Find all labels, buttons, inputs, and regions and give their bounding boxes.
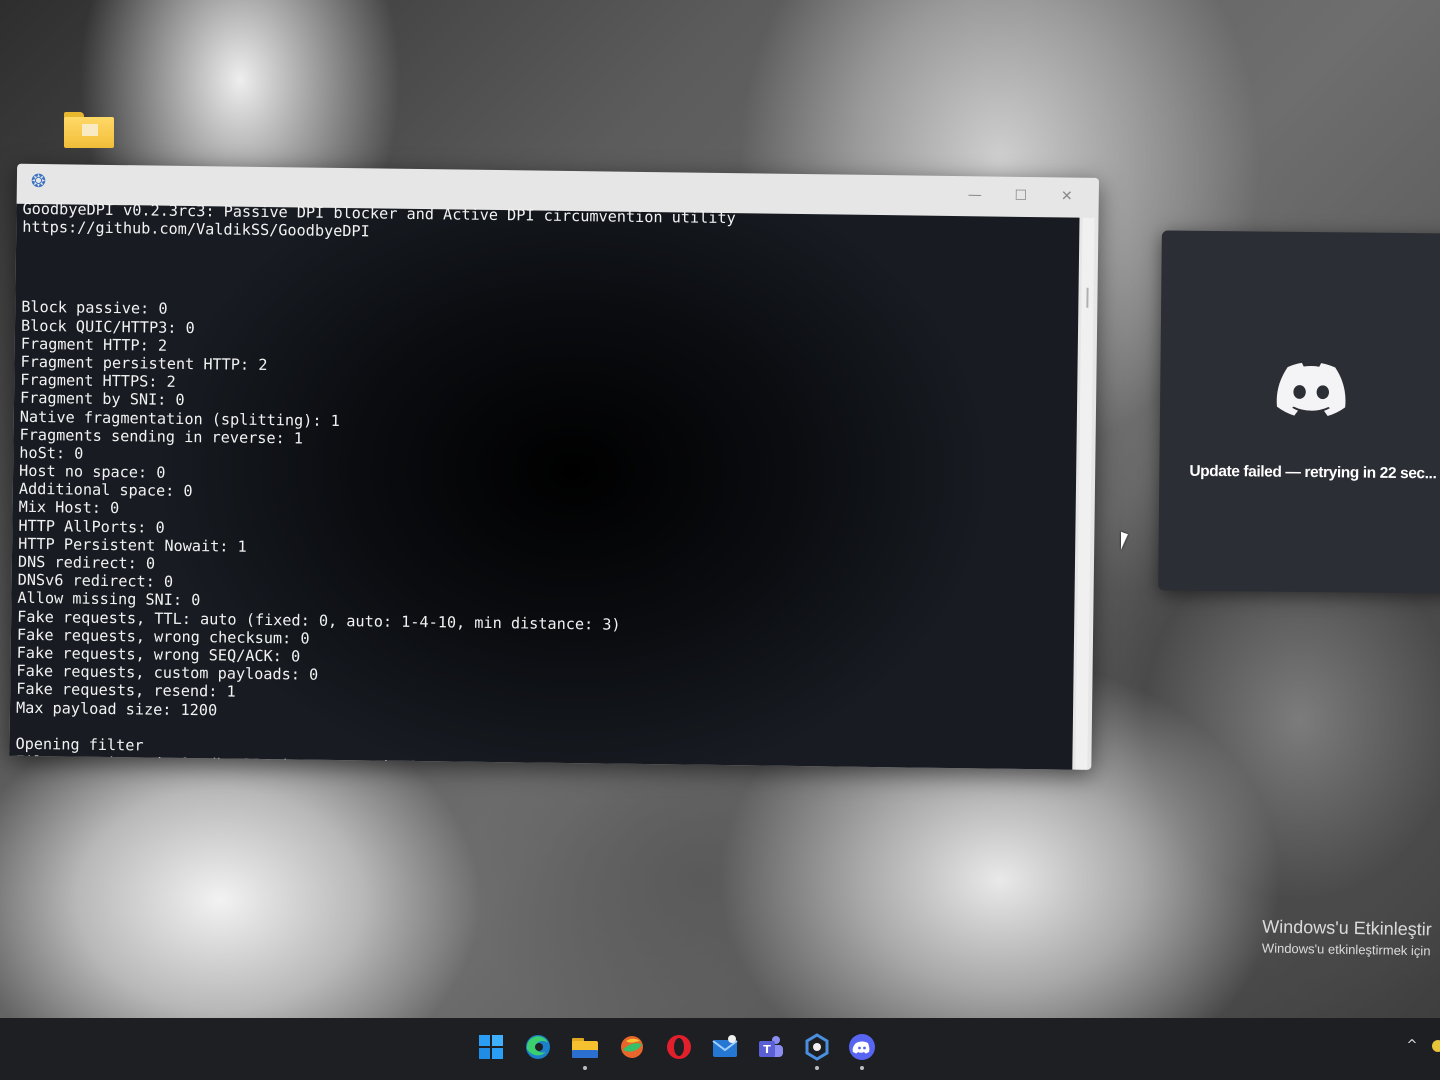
minimize-button[interactable]: —: [957, 182, 993, 208]
goodbyedpi-console-window[interactable]: ❂ — ☐ ✕ GoodbyeDPI v0.2.3rc3: Passive DP…: [9, 163, 1100, 770]
watermark-subtitle: Windows'u etkinleştirmek için: [1261, 940, 1431, 959]
windows-start-icon[interactable]: [476, 1032, 506, 1062]
tray-app-icon[interactable]: [1432, 1040, 1440, 1052]
activate-windows-watermark: Windows'u Etkinleştir Windows'u etkinleş…: [1262, 916, 1440, 967]
watermark-title: Windows'u Etkinleştir: [1262, 916, 1432, 940]
desktop-wallpaper: ❂ — ☐ ✕ GoodbyeDPI v0.2.3rc3: Passive DP…: [0, 0, 1440, 1080]
running-indicator: [815, 1066, 819, 1070]
svg-text:T: T: [763, 1043, 771, 1056]
running-indicator: [583, 1066, 587, 1070]
edge-browser-icon[interactable]: [523, 1032, 553, 1062]
file-explorer-icon[interactable]: [570, 1032, 600, 1070]
console-output-area[interactable]: Block passive: 0 Block QUIC/HTTP3: 0 Fragm…: [9, 203, 1080, 770]
taskbar: T ^: [0, 1018, 1440, 1080]
desktop-folder-shortcut[interactable]: [62, 108, 116, 168]
discord-update-status: Update failed — retrying in 22 sec...: [1189, 462, 1437, 483]
discord-taskbar-icon[interactable]: [847, 1032, 877, 1070]
close-button[interactable]: ✕: [1049, 183, 1085, 209]
tray-overflow-chevron-icon[interactable]: ^: [1404, 1038, 1420, 1054]
goodbyedpi-app-icon: ❂: [30, 170, 47, 193]
teams-app-icon[interactable]: T: [756, 1032, 786, 1062]
scrollbar-thumb[interactable]: [1086, 287, 1089, 308]
running-indicator: [860, 1066, 864, 1070]
mouse-cursor-icon: [1121, 531, 1128, 553]
folder-icon: [64, 112, 114, 148]
discord-updater-window: Update failed — retrying in 22 sec...: [1158, 230, 1440, 594]
goodbyedpi-taskbar-icon[interactable]: [802, 1032, 832, 1070]
opera-browser-icon[interactable]: [664, 1032, 694, 1062]
maximize-button[interactable]: ☐: [1003, 183, 1039, 209]
colorful-app-icon[interactable]: [617, 1032, 647, 1062]
console-output-lines: Block passive: 0 Block QUIC/HTTP3: 0 Fragm…: [15, 262, 1062, 769]
discord-logo-icon: [1276, 362, 1346, 416]
mail-app-icon[interactable]: [710, 1032, 740, 1062]
